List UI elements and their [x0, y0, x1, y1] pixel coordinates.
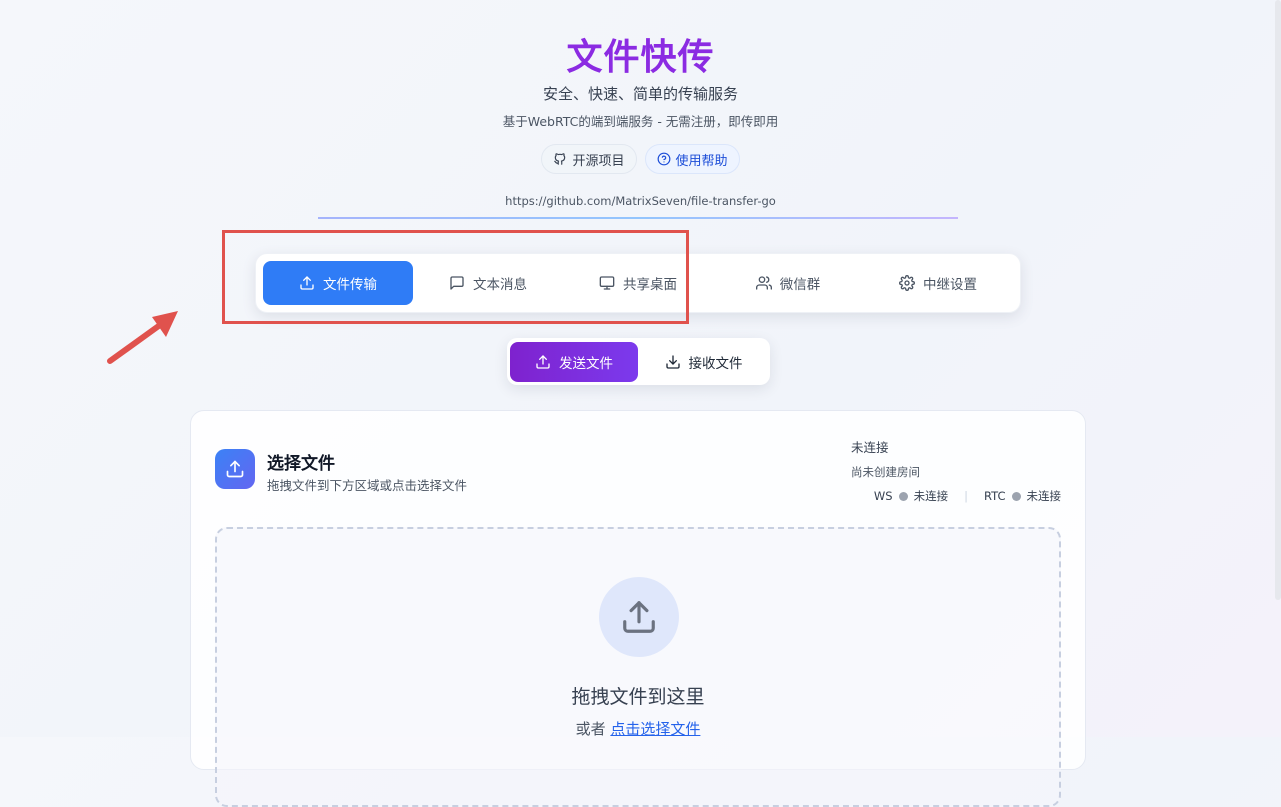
github-icon: [554, 153, 566, 165]
dropzone-prompt: 或者 点击选择文件: [217, 718, 1059, 739]
app-title: 文件快传: [566, 37, 715, 78]
repo-url[interactable]: https://github.com/MatrixSeven/file-tran…: [0, 194, 1281, 208]
help-label: 使用帮助: [675, 153, 728, 169]
ws-status-dot: [898, 491, 908, 501]
file-dropzone[interactable]: 拖拽文件到这里 或者 点击选择文件: [215, 527, 1061, 807]
transport-status-row: WS 未连接 | RTC 未连接: [874, 488, 1061, 504]
tab-label: 中继设置: [923, 277, 977, 293]
users-icon: [755, 276, 772, 290]
tab-relay-settings[interactable]: 中继设置: [863, 261, 1013, 305]
app-subtitle: 安全、快速、简单的传输服务: [542, 85, 738, 103]
receive-file-tab[interactable]: 接收文件: [640, 342, 767, 382]
divider-line: [318, 217, 958, 219]
send-file-label: 发送文件: [559, 356, 613, 372]
rtc-status-dot: [1011, 491, 1021, 501]
file-select-card: 选择文件 拖拽文件到下方区域或点击选择文件 未连接 尚未创建房间 WS 未连接 …: [190, 410, 1086, 807]
card-subtitle: 拖拽文件到下方区域或点击选择文件: [267, 478, 468, 493]
room-status-text: 尚未创建房间: [851, 465, 920, 479]
rtc-label: RTC: [983, 489, 1006, 503]
upload-icon: [623, 601, 655, 633]
open-source-label: 开源项目: [572, 153, 625, 169]
status-separator: |: [964, 489, 968, 503]
page-scrollbar[interactable]: [1275, 0, 1281, 600]
receive-file-label: 接收文件: [688, 356, 743, 372]
gear-icon: [899, 275, 915, 291]
tab-wechat-group[interactable]: 微信群: [713, 261, 863, 305]
dropzone-or: 或者: [575, 720, 606, 738]
ws-state: 未连接: [913, 489, 949, 503]
send-file-tab[interactable]: 发送文件: [510, 342, 638, 382]
upload-icon: [536, 355, 550, 369]
select-file-link[interactable]: 点击选择文件: [610, 720, 700, 738]
annotation-highlight-box: [222, 230, 689, 324]
card-upload-badge: [215, 449, 255, 489]
help-circle-icon: [657, 152, 670, 166]
open-source-button[interactable]: 开源项目: [541, 144, 637, 174]
download-icon: [665, 355, 680, 369]
tab-label: 微信群: [779, 277, 821, 293]
app-description: 基于WebRTC的端到端服务 - 无需注册，即传即用: [502, 114, 779, 129]
dropzone-icon-circle: [599, 577, 679, 657]
connection-status-text: 未连接: [851, 440, 889, 455]
dropzone-title: 拖拽文件到这里: [571, 686, 705, 708]
mode-tab-bar: 发送文件 接收文件: [507, 338, 770, 385]
rtc-state: 未连接: [1026, 489, 1062, 503]
annotation-arrow-icon: [107, 311, 178, 364]
ws-label: WS: [873, 489, 893, 503]
card-title: 选择文件: [267, 454, 335, 474]
header-buttons: 开源项目 使用帮助: [0, 144, 1281, 174]
help-button[interactable]: 使用帮助: [644, 144, 740, 174]
upload-icon: [226, 460, 244, 478]
